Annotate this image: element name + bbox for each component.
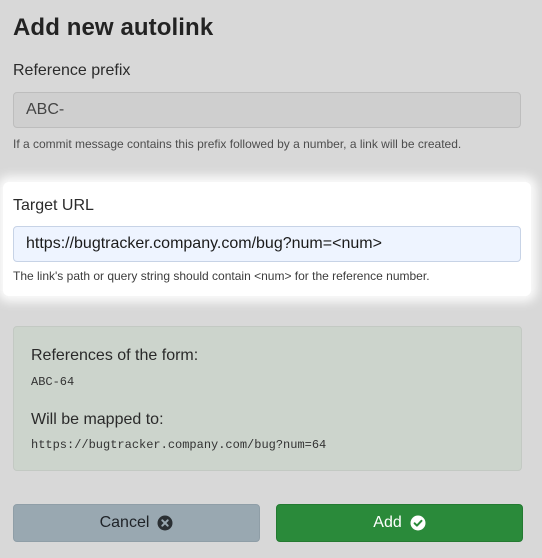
page-title: Add new autolink — [13, 14, 214, 41]
target-url-label: Target URL — [13, 197, 94, 214]
preview-panel: References of the form: ABC-64 Will be m… — [13, 326, 522, 471]
reference-prefix-value: ABC- — [26, 101, 65, 118]
mapped-label: Will be mapped to: — [31, 411, 164, 428]
reference-prefix-label: Reference prefix — [13, 62, 131, 79]
references-label: References of the form: — [31, 347, 199, 364]
target-url-help: The link's path or query string should c… — [13, 269, 430, 283]
add-button-label: Add — [373, 514, 402, 531]
reference-prefix-input[interactable]: ABC- — [13, 92, 521, 128]
add-button[interactable]: Add — [276, 504, 523, 542]
check-circle-icon — [410, 515, 426, 531]
references-example: ABC-64 — [31, 375, 75, 389]
target-url-input[interactable]: https://bugtracker.company.com/bug?num=<… — [13, 226, 521, 262]
times-circle-icon — [157, 515, 173, 531]
cancel-button[interactable]: Cancel — [13, 504, 260, 542]
target-url-value: https://bugtracker.company.com/bug?num=<… — [26, 235, 382, 252]
reference-prefix-help: If a commit message contains this prefix… — [13, 137, 462, 151]
mapped-example: https://bugtracker.company.com/bug?num=6… — [31, 438, 327, 452]
cancel-button-label: Cancel — [99, 514, 150, 531]
